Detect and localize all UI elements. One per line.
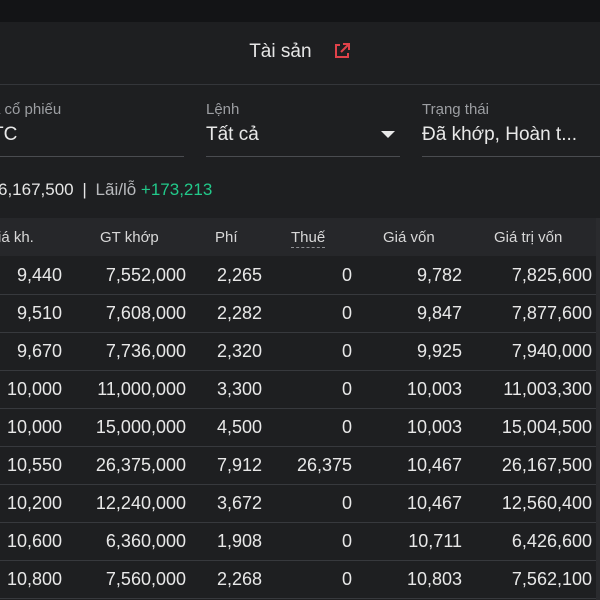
table-row[interactable]: 9,670 7,736,000 2,320 0 9,925 7,940,000 — [0, 332, 600, 371]
table-row[interactable]: 10,800 7,560,000 2,268 0 10,803 7,562,10… — [0, 560, 600, 599]
col-header-cost-price[interactable]: Giá vốn — [383, 229, 435, 246]
cell-match-price: 10,200 — [6, 493, 62, 513]
cell-match-price: 10,800 — [6, 569, 62, 589]
cell-match-price: 10,550 — [6, 455, 62, 475]
col-header-match-price[interactable]: iá kh. — [0, 229, 34, 246]
table-row[interactable]: 9,510 7,608,000 2,282 0 9,847 7,877,600 — [0, 294, 600, 333]
stock-filter-value[interactable]: TC — [0, 122, 61, 148]
cell-match-price: 9,510 — [16, 303, 62, 323]
cell-match-value: 15,000,000 — [95, 417, 186, 437]
cell-cost-value: 7,940,000 — [511, 341, 592, 361]
cell-cost-value: 15,004,500 — [501, 417, 592, 437]
table-row[interactable]: 10,000 11,000,000 3,300 0 10,003 11,003,… — [0, 370, 600, 409]
cell-cost-price: 9,847 — [416, 303, 462, 323]
col-header-fee[interactable]: Phí — [215, 229, 238, 246]
table-row[interactable]: 9,440 7,552,000 2,265 0 9,782 7,825,600 — [0, 256, 600, 295]
cell-match-value: 7,608,000 — [105, 303, 186, 323]
cell-match-value: 6,360,000 — [105, 531, 186, 551]
table-header: iá kh. GT khớp Phí Thuế Giá vốn Giá trị … — [0, 218, 600, 256]
cell-fee: 1,908 — [216, 531, 262, 551]
page-title: Tài sản — [249, 41, 312, 62]
order-filter-label: Lệnh — [206, 101, 240, 118]
cell-tax: 0 — [341, 569, 352, 589]
cell-cost-price: 10,467 — [406, 493, 462, 513]
chevron-down-icon[interactable] — [381, 131, 395, 138]
status-filter[interactable]: Trạng thái Đã khớp, Hoàn t... — [422, 100, 600, 157]
cell-cost-price: 10,467 — [406, 455, 462, 475]
order-filter-value[interactable]: Tất cả — [206, 122, 259, 148]
cell-fee: 2,265 — [216, 265, 262, 285]
cell-match-price: 10,600 — [6, 531, 62, 551]
cell-fee: 4,500 — [216, 417, 262, 437]
col-header-cost-value[interactable]: Giá trị vốn — [494, 229, 562, 246]
status-filter-value[interactable]: Đã khớp, Hoàn t... — [422, 122, 577, 148]
cell-match-value: 11,000,000 — [97, 379, 186, 399]
cell-match-price: 10,000 — [6, 417, 62, 437]
summary-total: 6,167,500 — [0, 180, 74, 199]
cell-tax: 0 — [341, 303, 352, 323]
header: Tài sản — [0, 22, 600, 85]
cell-match-value: 12,240,000 — [95, 493, 186, 513]
cell-cost-value: 6,426,600 — [511, 531, 592, 551]
external-link-icon[interactable] — [333, 42, 351, 60]
table-row[interactable]: 10,200 12,240,000 3,672 0 10,467 12,560,… — [0, 484, 600, 523]
order-filter-underline — [206, 156, 400, 157]
cell-tax: 0 — [341, 265, 352, 285]
scrollbar-track[interactable] — [596, 218, 600, 600]
cell-cost-price: 10,803 — [406, 569, 462, 589]
cell-cost-value: 12,560,400 — [501, 493, 592, 513]
table-row[interactable]: 10,550 26,375,000 7,912 26,375 10,467 26… — [0, 446, 600, 485]
cell-tax: 0 — [341, 379, 352, 399]
cell-fee: 2,282 — [216, 303, 262, 323]
cell-cost-value: 7,562,100 — [511, 569, 592, 589]
stock-filter-underline — [0, 156, 184, 157]
col-header-tax[interactable]: Thuế — [291, 229, 326, 248]
order-filter[interactable]: Lệnh Tất cả — [206, 100, 400, 157]
cell-tax: 0 — [341, 417, 352, 437]
profit-loss-label: Lãi/lỗ — [95, 180, 137, 199]
cell-cost-price: 9,925 — [416, 341, 462, 361]
stock-filter[interactable]: ã cổ phiếu TC — [0, 100, 184, 157]
cell-fee: 3,672 — [216, 493, 262, 513]
cell-match-value: 7,560,000 — [105, 569, 186, 589]
stock-filter-label: ã cổ phiếu — [0, 101, 62, 118]
cell-match-price: 9,670 — [16, 341, 62, 361]
cell-cost-value: 7,825,600 — [511, 265, 592, 285]
cell-match-price: 9,440 — [16, 265, 62, 285]
table-row[interactable]: 10,600 6,360,000 1,908 0 10,711 6,426,60… — [0, 522, 600, 561]
status-filter-underline — [422, 156, 600, 157]
cell-tax: 0 — [341, 493, 352, 513]
cell-match-value: 26,375,000 — [95, 455, 186, 475]
cell-tax: 0 — [341, 531, 352, 551]
cell-cost-price: 10,003 — [406, 379, 462, 399]
col-header-match-value[interactable]: GT khớp — [100, 229, 159, 246]
cell-fee: 2,320 — [216, 341, 262, 361]
summary-separator: | — [82, 180, 87, 199]
cell-match-value: 7,552,000 — [105, 265, 186, 285]
cell-cost-price: 9,782 — [416, 265, 462, 285]
cell-fee: 3,300 — [216, 379, 262, 399]
status-filter-label: Trạng thái — [422, 101, 489, 118]
cell-fee: 7,912 — [216, 455, 262, 475]
profit-loss-value: +173,213 — [140, 180, 213, 199]
cell-cost-price: 10,711 — [408, 531, 462, 551]
cell-cost-value: 11,003,300 — [503, 379, 592, 399]
cell-cost-price: 10,003 — [406, 417, 462, 437]
cell-cost-value: 26,167,500 — [501, 455, 592, 475]
cell-tax: 26,375 — [296, 455, 352, 475]
header-title-wrap: Tài sản — [0, 41, 600, 63]
cell-fee: 2,268 — [216, 569, 262, 589]
cell-tax: 0 — [341, 341, 352, 361]
cell-match-value: 7,736,000 — [105, 341, 186, 361]
table-row[interactable]: 10,000 15,000,000 4,500 0 10,003 15,004,… — [0, 408, 600, 447]
cell-cost-value: 7,877,600 — [511, 303, 592, 323]
summary-line: 6,167,500 | Lãi/lỗ +173,213 — [0, 180, 212, 200]
cell-match-price: 10,000 — [6, 379, 62, 399]
top-strip — [0, 0, 600, 22]
